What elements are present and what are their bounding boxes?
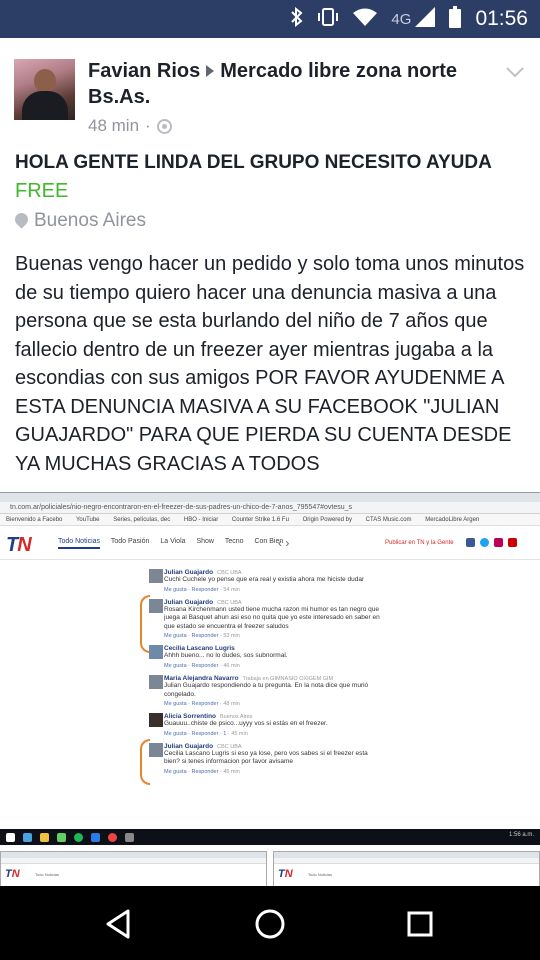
recents-button[interactable] xyxy=(402,906,438,942)
browser-url: tn.com.ar/policiales/nio-negro-encontrar… xyxy=(0,502,540,514)
author-name[interactable]: Favian Rios xyxy=(88,60,200,82)
comment: Julian Guajardo CBC UBA Cuchi Cuchele yo … xyxy=(140,569,380,593)
tn-publish: Publicar en TN y la Gente xyxy=(385,540,454,546)
bookmark: YouTube xyxy=(75,517,100,523)
avatar xyxy=(149,645,163,660)
tn-arrows: ‹ › xyxy=(278,536,290,550)
battery-icon xyxy=(449,5,462,33)
youtube-icon xyxy=(508,538,517,547)
tn-menu-item: Show xyxy=(196,538,214,545)
avatar xyxy=(149,569,163,583)
taskbar-time: 1:56 a.m. xyxy=(508,832,534,838)
home-button[interactable] xyxy=(252,906,288,942)
avatar xyxy=(149,742,163,757)
tn-menu-item: La Viola xyxy=(160,538,186,545)
comment: Cecilia Lascano Lugris Ahhh bueno... no … xyxy=(140,645,380,669)
app-icon xyxy=(125,832,134,842)
facebook-icon xyxy=(466,538,475,547)
home-icon xyxy=(255,909,285,939)
recents-icon xyxy=(407,911,433,937)
location-pin-icon xyxy=(15,213,28,230)
tn-header: TN Todo Noticias Todo Pasión La Viola Sh… xyxy=(0,526,540,560)
comment-list: Julian Guajardo CBC UBA Cuchi Cuchele yo … xyxy=(140,569,380,785)
location-text: Buenos Aires xyxy=(34,210,146,231)
bookmark: MercadoLibre Argen xyxy=(425,517,480,523)
vibrate-icon xyxy=(317,7,339,32)
attached-screenshot[interactable]: tn.com.ar/policiales/nio-negro-encontrar… xyxy=(0,492,540,886)
wifi-icon xyxy=(353,8,378,31)
tn-menu: Todo Noticias Todo Pasión La Viola Show … xyxy=(58,538,292,549)
post-header: Favian Rios Mercado libre zona norte Bs.A… xyxy=(88,58,488,110)
author-avatar[interactable] xyxy=(14,59,75,120)
post-options-button[interactable] xyxy=(504,64,526,80)
bookmark: Counter Strike 1.6 Fu xyxy=(231,517,289,523)
comment: Alicia Sorrentino Buenos Aires Guauuu..ch… xyxy=(140,713,380,737)
bookmark: HBO - Iniciar xyxy=(183,517,219,523)
thumbnail[interactable]: TN Todo Noticias xyxy=(273,851,540,886)
post-body: Buenas vengo hacer un pedido y solo toma… xyxy=(15,253,525,475)
tn-logo: TN xyxy=(6,534,32,556)
post-time[interactable]: 48 min xyxy=(88,116,139,136)
price-label: FREE xyxy=(15,180,69,202)
spotify-icon xyxy=(74,832,83,842)
chrome-icon xyxy=(108,832,117,842)
location: Buenos Aires xyxy=(15,210,146,232)
tn-menu-item: Todo Pasión xyxy=(110,538,150,545)
tn-menu-item: Todo Noticias xyxy=(58,538,101,549)
marketplace-post: Favian Rios Mercado libre zona norte Bs.A… xyxy=(0,38,540,886)
avatar xyxy=(149,674,163,689)
windows-taskbar: 1:56 a.m. xyxy=(0,829,540,845)
twitter-icon xyxy=(480,538,489,547)
screenshot-thumbnails: TN Todo Noticias TN Todo Noticias xyxy=(0,851,540,886)
bookmark: Origin Powered by xyxy=(302,517,352,523)
thumbnail[interactable]: TN Todo Noticias xyxy=(0,851,267,886)
browser-bookmarks: Bienvenido a Facebo YouTube Series, pelí… xyxy=(0,514,540,526)
chevron-down-icon xyxy=(506,67,524,78)
signal-icon xyxy=(415,6,436,32)
browser-icon xyxy=(91,832,100,842)
globe-icon xyxy=(156,118,172,134)
avatar xyxy=(149,598,163,613)
status-bar: 4G 01:56 xyxy=(0,0,540,38)
post-meta: 48 min · xyxy=(88,116,172,136)
comment: María Alejandra Navarro Trabaja en GIMNAS… xyxy=(140,674,380,707)
android-nav-bar xyxy=(0,886,540,960)
network-type: 4G xyxy=(391,10,412,28)
store-icon xyxy=(57,832,66,842)
tn-menu-item: Tecno xyxy=(224,538,244,545)
browser-tabs xyxy=(0,493,540,502)
start-icon xyxy=(6,832,15,842)
bookmark: Bienvenido a Facebo xyxy=(6,517,63,523)
arrow-right-icon xyxy=(206,64,215,77)
tn-social-icons xyxy=(466,538,517,547)
bluetooth-icon xyxy=(291,6,303,32)
bookmark: Series, películas, dec xyxy=(113,517,171,523)
comment: Julian Guajardo CBC UBA Cecilia Lascano L… xyxy=(140,738,380,785)
back-button[interactable] xyxy=(102,906,138,942)
edge-icon xyxy=(23,832,32,842)
avatar xyxy=(149,713,163,728)
bookmark: CTAS Music.com xyxy=(365,517,412,523)
clock: 01:56 xyxy=(475,7,528,30)
back-icon xyxy=(106,909,130,939)
comment: Julian Guajardo CBC UBA Rosana Kirchenman… xyxy=(140,594,380,653)
post-title: HOLA GENTE LINDA DEL GRUPO NECESITO AYUD… xyxy=(15,152,492,173)
instagram-icon xyxy=(494,538,503,547)
folder-icon xyxy=(40,832,49,842)
